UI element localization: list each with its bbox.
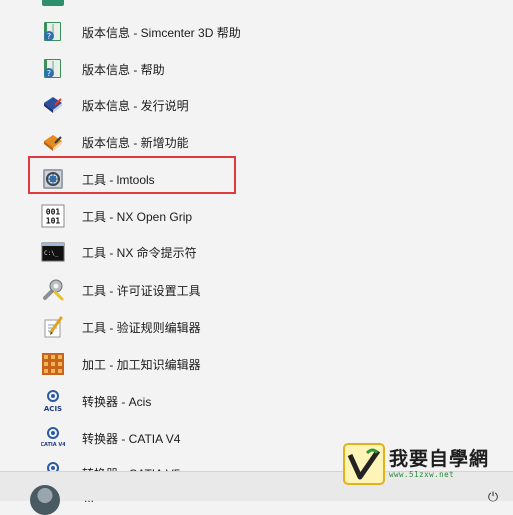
menu-item-label: 工具 - 验证规则编辑器 — [82, 320, 201, 335]
help-book-icon: ? — [41, 20, 65, 44]
help-book-icon: ? — [41, 57, 65, 81]
svg-text:?: ? — [47, 69, 51, 78]
svg-text:ACIS: ACIS — [44, 405, 62, 413]
menu-item-label: 转换器 - CATIA V4 — [82, 431, 181, 446]
release-notes-book-icon — [41, 93, 65, 117]
menu-item-label: 转换器 - Acis — [82, 394, 152, 409]
menu-item-nx-open-grip[interactable]: 001 101 工具 - NX Open Grip — [28, 198, 236, 234]
svg-text:101: 101 — [46, 217, 61, 226]
svg-text:?: ? — [47, 32, 51, 41]
menu-item-label: 工具 - NX 命令提示符 — [82, 245, 197, 260]
menu-item-nx-command-prompt[interactable]: C:\_ 工具 - NX 命令提示符 — [28, 234, 236, 270]
svg-text:CATIA V4: CATIA V4 — [41, 442, 65, 448]
menu-item-converter-acis[interactable]: ACIS 转换器 - Acis — [28, 383, 236, 419]
command-prompt-icon: C:\_ — [41, 240, 65, 264]
power-icon[interactable]: ⏻ — [486, 490, 500, 504]
menu-item-label: 版本信息 - Simcenter 3D 帮助 — [82, 25, 241, 40]
svg-text:C:\_: C:\_ — [44, 250, 59, 257]
license-tool-icon — [41, 278, 65, 302]
catia-v4-icon: CATIA V4 — [41, 426, 65, 450]
user-avatar[interactable] — [30, 485, 60, 515]
machining-grid-icon — [41, 352, 65, 376]
menu-item-label: 版本信息 - 新增功能 — [82, 135, 189, 150]
menu-item-label: 版本信息 - 发行说明 — [82, 98, 189, 113]
menu-item-simcenter-help[interactable]: ? 版本信息 - Simcenter 3D 帮助 — [28, 14, 241, 50]
watermark-url: www.51zxw.net — [389, 470, 455, 479]
svg-text:001: 001 — [46, 208, 61, 217]
menu-item-converter-catia-v4[interactable]: CATIA V4 转换器 - CATIA V4 — [28, 420, 236, 456]
start-menu-app-list: ? 版本信息 - Simcenter 3D 帮助 ? 版本信息 - 帮助 版本信… — [0, 0, 513, 500]
grip-binary-icon: 001 101 — [41, 204, 65, 228]
user-name[interactable]: ... — [84, 491, 94, 505]
menu-item-label: 工具 - 许可证设置工具 — [82, 283, 201, 298]
menu-item-license-setup-tool[interactable]: 工具 - 许可证设置工具 — [28, 272, 236, 308]
menu-item-label: 加工 - 加工知识编辑器 — [82, 357, 201, 372]
lmtools-icon — [41, 167, 65, 191]
menu-item-label: 版本信息 - 帮助 — [82, 62, 165, 77]
acis-icon: ACIS — [41, 389, 65, 413]
whats-new-book-icon — [41, 130, 65, 154]
watermark-logo: 我要自學網 www.51zxw.net — [343, 442, 491, 486]
watermark-v-check-icon — [343, 443, 385, 485]
menu-item-whats-new[interactable]: 版本信息 - 新增功能 — [28, 124, 236, 160]
menu-item-release-notes[interactable]: 版本信息 - 发行说明 — [28, 87, 236, 123]
menu-item-help[interactable]: ? 版本信息 - 帮助 — [28, 51, 236, 87]
watermark-title: 我要自學網 — [389, 448, 490, 470]
menu-item-machining-knowledge-editor[interactable]: 加工 - 加工知识编辑器 — [28, 346, 236, 382]
rule-editor-icon — [41, 315, 65, 339]
menu-item-lmtools[interactable]: 工具 - lmtools — [28, 161, 236, 197]
menu-item-label: 工具 - lmtools — [82, 172, 155, 187]
menu-item-label: 工具 - NX Open Grip — [82, 209, 193, 224]
partial-app-icon — [42, 0, 64, 6]
menu-item-rule-editor[interactable]: 工具 - 验证规则编辑器 — [28, 309, 236, 345]
